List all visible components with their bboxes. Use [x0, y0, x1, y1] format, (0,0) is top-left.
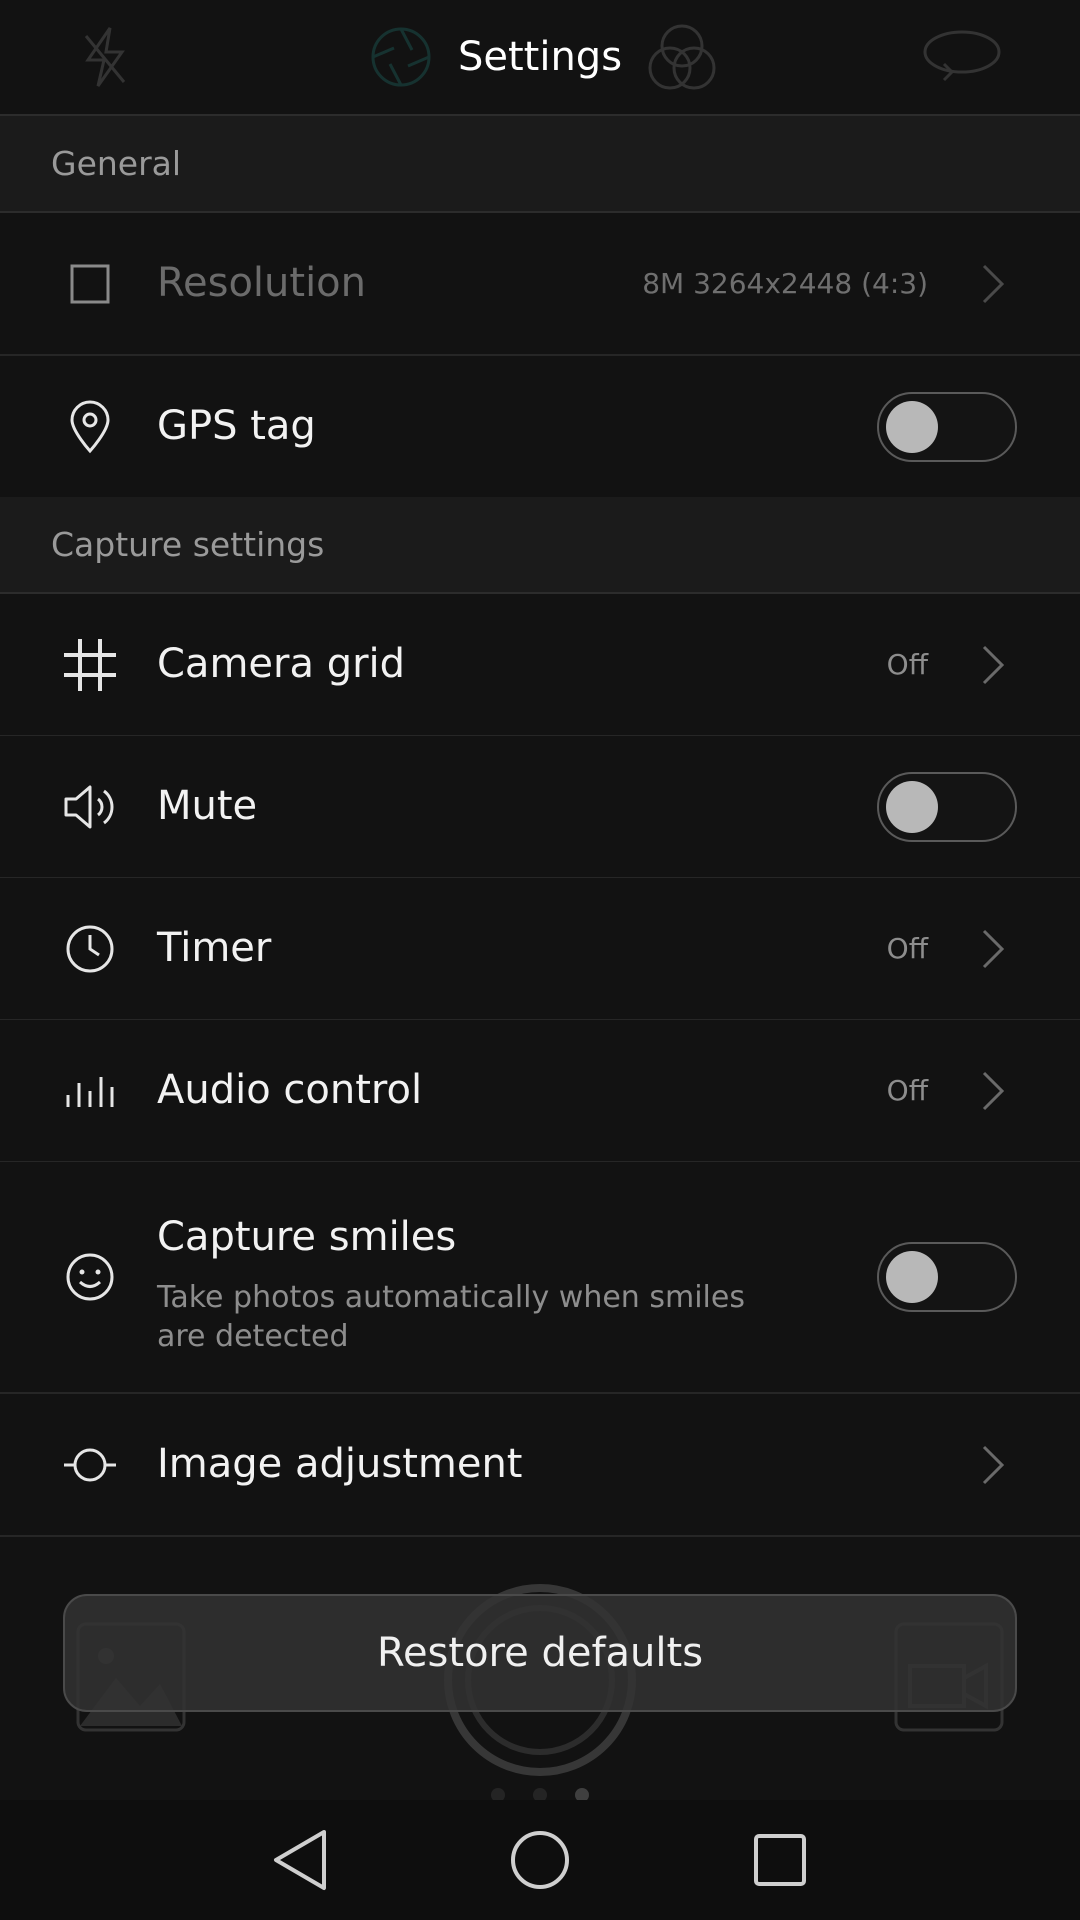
capture-smiles-label: Capture smiles — [157, 1214, 457, 1260]
toggle-knob — [886, 400, 938, 453]
audio-control-row[interactable]: Audio control Off — [0, 1020, 1080, 1163]
gps-tag-label: GPS tag — [157, 403, 316, 449]
grid-icon — [62, 637, 118, 693]
camera-grid-value: Off — [886, 648, 928, 681]
toggle-knob — [886, 780, 938, 833]
resolution-value: 8M 3264x2448 (4:3) — [642, 267, 928, 300]
top-bar: Settings — [0, 0, 1080, 116]
camera-grid-label: Camera grid — [157, 641, 406, 687]
capture-smiles-row[interactable]: Capture smiles Take photos automatically… — [0, 1162, 1080, 1394]
mute-toggle[interactable] — [877, 771, 1017, 842]
speaker-icon — [62, 779, 118, 835]
audio-control-value: Off — [886, 1074, 928, 1107]
capture-smiles-description: Take photos automatically when smiles ar… — [157, 1280, 745, 1354]
home-button[interactable] — [502, 1822, 578, 1898]
resolution-label: Resolution — [157, 260, 367, 306]
audio-bars-icon — [62, 1063, 118, 1119]
chevron-right-icon — [978, 1069, 1008, 1113]
toggle-knob — [886, 1251, 938, 1303]
mute-row[interactable]: Mute — [0, 736, 1080, 879]
section-header-general: General — [0, 116, 1080, 213]
image-adjustment-row[interactable]: Image adjustment — [0, 1394, 1080, 1537]
camera-settings-screen: Settings General Resolution 8M 3264x2448… — [0, 0, 1080, 1920]
gps-tag-row[interactable]: GPS tag — [0, 356, 1080, 499]
square-outline-icon — [62, 256, 118, 312]
back-button[interactable] — [262, 1822, 338, 1898]
timer-row[interactable]: Timer Off — [0, 878, 1080, 1021]
clock-icon — [62, 921, 118, 977]
image-adjustment-label: Image adjustment — [157, 1441, 523, 1487]
camera-grid-row[interactable]: Camera grid Off — [0, 594, 1080, 737]
gps-tag-toggle[interactable] — [877, 391, 1017, 462]
location-pin-icon — [62, 399, 118, 455]
smiley-icon — [62, 1249, 118, 1305]
recent-apps-button[interactable] — [742, 1822, 818, 1898]
section-title: Capture settings — [51, 525, 325, 564]
section-title: General — [51, 144, 182, 183]
capture-smiles-toggle[interactable] — [877, 1242, 1017, 1312]
timer-label: Timer — [157, 925, 272, 971]
mute-label: Mute — [157, 783, 258, 829]
navigation-bar — [0, 1800, 1080, 1920]
page-title: Settings — [457, 34, 623, 80]
resolution-row: Resolution 8M 3264x2448 (4:3) — [0, 213, 1080, 356]
restore-defaults-button[interactable]: Restore defaults — [63, 1594, 1017, 1712]
audio-control-label: Audio control — [157, 1067, 423, 1113]
timer-value: Off — [886, 932, 928, 965]
chevron-right-icon — [978, 643, 1008, 687]
chevron-right-icon — [978, 1443, 1008, 1487]
adjustment-icon — [62, 1437, 118, 1493]
section-header-capture: Capture settings — [0, 497, 1080, 594]
chevron-right-icon — [978, 927, 1008, 971]
chevron-right-icon — [978, 262, 1008, 306]
